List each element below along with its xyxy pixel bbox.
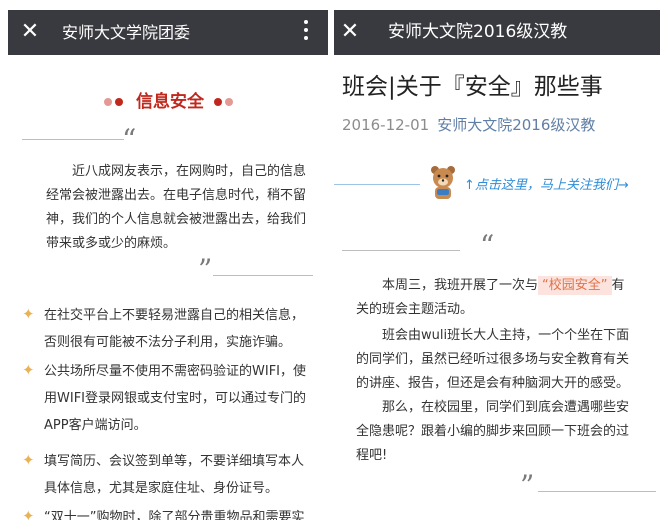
quote-divider xyxy=(22,139,124,140)
star-bullet-icon: ✦ xyxy=(22,507,35,520)
tip-line: 具体信息，尤其是家庭住址、身份证号。 xyxy=(44,481,279,496)
paragraph-3: 那么，在校园里，同学们到底会遭遇哪些安 全隐患呢？跟着小编的脚步来回顾一下班会的… xyxy=(356,396,656,468)
section-heading: 信息安全 xyxy=(8,90,328,114)
follow-banner[interactable]: ↑点击这里，马上关注我们→ xyxy=(334,160,660,206)
tip-line: “双十一”购物时，除了部分贵重物品和需要实 xyxy=(44,510,305,520)
close-quote-icon: ” xyxy=(198,253,213,286)
tip-line: APP客户端访问。 xyxy=(44,418,147,433)
para-line: 班会由wuli班长大人主持，一个个坐在下面 xyxy=(382,328,630,343)
para-line: 全隐患呢？跟着小编的脚步来回顾一下班会的过 xyxy=(356,424,630,439)
section-heading-text: 信息安全 xyxy=(136,92,204,112)
para-line: 的讲座、报告，但还是会有种脑洞大开的感受。 xyxy=(356,376,630,391)
tip-line: 填写简历、会议签到单等，不要详细填写本人 xyxy=(44,454,305,469)
banner-line xyxy=(334,184,420,185)
para-text: 本周三，我班开展了一次与 xyxy=(382,278,539,293)
highlight-text: “校园安全” xyxy=(538,276,612,295)
intro-line: 经常会被泄露出去。在电子信息时代，稍不留 xyxy=(46,188,307,203)
intro-line: 近八成网友表示，在网购时，自己的信息 xyxy=(72,164,307,179)
para-text: 有 xyxy=(611,278,625,293)
left-article-panel: ✕ 安师大文学院团委 信息安全 “ 近八成网友表示，在网购时，自己的信息 经常会… xyxy=(8,10,328,520)
tip-line: 用WIFI登录网银或支付宝时，可以通过专门的 xyxy=(44,391,306,406)
star-bullet-icon: ✦ xyxy=(22,361,35,379)
intro-line: 神，我们的个人信息就会被泄露出去，给我们 xyxy=(46,212,307,227)
para-line: 关的班会主题活动。 xyxy=(356,302,474,317)
heading-dot-icon xyxy=(214,98,222,106)
heading-dot-icon xyxy=(115,98,123,106)
account-link[interactable]: 安师大文院2016级汉教 xyxy=(437,116,595,134)
article-title: 班会|关于『安全』那些事 xyxy=(342,74,603,100)
quote-divider xyxy=(342,250,460,251)
star-bullet-icon: ✦ xyxy=(22,305,35,323)
tip-line: 在社交平台上不要轻易泄露自己的相关信息， xyxy=(44,308,305,323)
quote-divider xyxy=(538,491,656,492)
right-article-panel: ✕ 安师大文院2016级汉教 班会|关于『安全』那些事 2016-12-01 安师… xyxy=(334,10,660,520)
para-line: 那么，在校园里，同学们到底会遭遇哪些安 xyxy=(382,400,630,415)
para-line: 程吧! xyxy=(356,448,388,463)
paragraph-2: 班会由wuli班长大人主持，一个个坐在下面 的同学们，虽然已经听过很多场与安全教… xyxy=(356,324,656,396)
intro-line: 带来或多或少的麻烦。 xyxy=(46,236,177,251)
heading-dot-icon xyxy=(225,98,233,106)
close-icon[interactable]: ✕ xyxy=(16,18,44,46)
close-icon[interactable]: ✕ xyxy=(336,18,364,46)
intro-paragraph: 近八成网友表示，在网购时，自己的信息 经常会被泄露出去。在电子信息时代，稍不留 … xyxy=(46,160,308,256)
tip-line: 否则很有可能被不法分子利用，实施诈骗。 xyxy=(44,335,292,350)
tip-line: 公共场所尽量不使用不需密码验证的WIFI，使 xyxy=(44,364,306,379)
quote-divider xyxy=(213,275,313,276)
left-topbar-title: 安师大文学院团委 xyxy=(62,23,191,42)
more-vert-icon[interactable] xyxy=(296,20,316,46)
heading-dot-icon xyxy=(104,98,112,106)
open-quote-icon: “ xyxy=(122,123,137,156)
star-bullet-icon: ✦ xyxy=(22,451,35,469)
para-line: 的同学们，虽然已经听过很多场与安全教育有关 xyxy=(356,352,630,367)
right-topbar-title: 安师大文院2016级汉教 xyxy=(388,22,568,42)
right-topbar: ✕ 安师大文院2016级汉教 xyxy=(334,10,660,55)
article-meta: 2016-12-01 安师大文院2016级汉教 xyxy=(342,114,595,136)
publish-date: 2016-12-01 xyxy=(342,116,430,134)
bear-mascot-icon xyxy=(431,166,455,199)
open-quote-icon: “ xyxy=(480,229,495,262)
left-topbar: ✕ 安师大文学院团委 xyxy=(8,10,328,55)
paragraph-1: 本周三，我班开展了一次与 “校园安全” 有 关的班会主题活动。 xyxy=(356,274,656,322)
follow-banner-text: ↑点击这里，马上关注我们→ xyxy=(464,178,629,193)
close-quote-icon: ” xyxy=(520,469,535,502)
